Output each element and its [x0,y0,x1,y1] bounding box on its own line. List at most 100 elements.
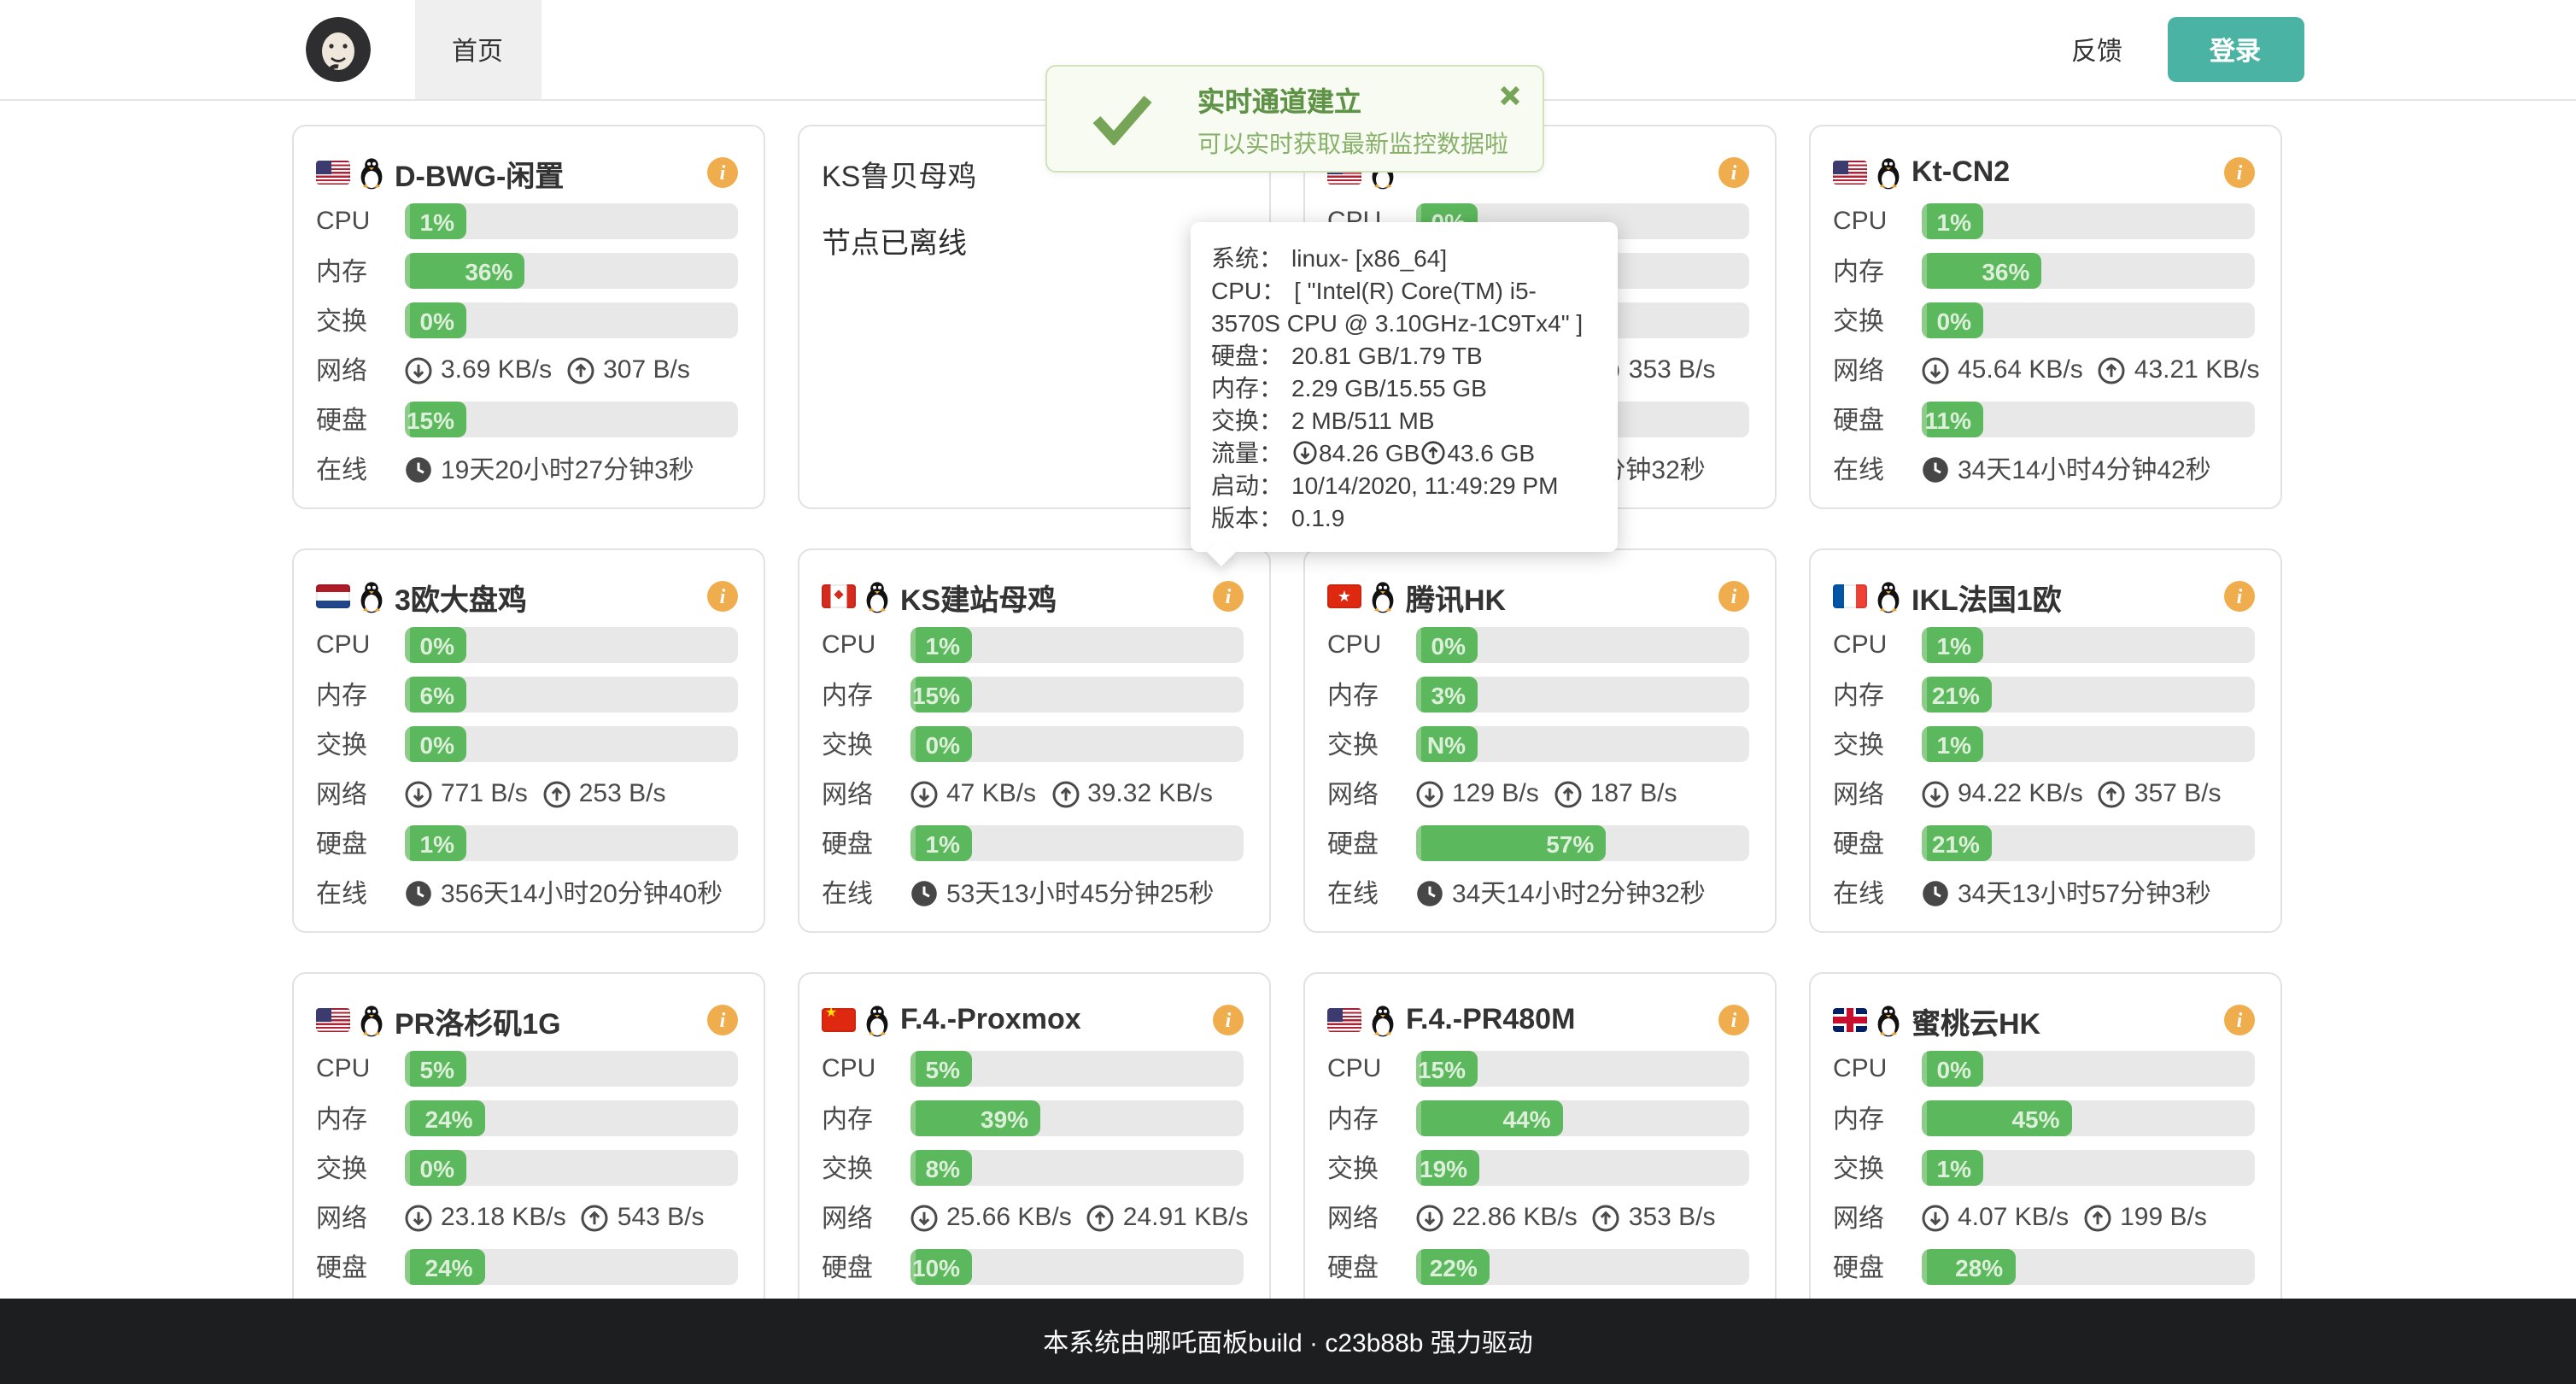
disk-usage-bar: 1% [910,825,1244,861]
memory-usage-bar: 45% [1922,1100,2255,1136]
disk-usage-value: 28% [1955,1253,2003,1281]
server-stats: CPU 0% 内存 3% 交换 N% [1327,627,1749,911]
server-stats: CPU 1% 内存 36% 交换 0% [316,203,738,487]
network-row: 网络 94.22 KB/s 357 B/s [1833,776,2255,812]
memory-label: 内存 [1833,253,1922,289]
arrow-up-circle-icon [582,1204,609,1231]
arrow-up-circle-icon [1087,1204,1115,1231]
info-icon[interactable]: i [707,1005,738,1035]
network-row: 网络 129 B/s 187 B/s [1327,776,1749,812]
disk-row: 硬盘 28% [1833,1249,2255,1285]
info-icon[interactable]: i [1718,581,1749,612]
uptime-row: 在线 356天14小时20分钟40秒 [316,875,738,911]
uptime-value: 356天14小时20分钟40秒 [441,875,723,911]
info-icon[interactable]: i [1213,581,1244,612]
swap-usage-bar: N% [1416,726,1749,762]
info-icon[interactable]: i [707,581,738,612]
uptime-value: 19天20小时27分钟3秒 [441,451,694,487]
linux-os-icon [864,1004,890,1036]
info-icon[interactable]: i [1718,157,1749,188]
server-name: F.4.-PR480M [1406,1003,1575,1037]
memory-usage-bar: 36% [405,253,738,289]
disk-row: 硬盘 1% [316,825,738,861]
arrow-up-circle-icon [2084,1204,2111,1231]
uptime-row: 在线 34天13小时57分钟3秒 [1833,875,2255,911]
net-down-value: 129 B/s [1452,779,1539,808]
linux-os-icon [1876,580,1901,613]
info-icon[interactable]: i [2224,581,2255,612]
swap-label: 交换 [316,302,405,338]
network-row: 网络 22.86 KB/s 353 B/s [1327,1199,1749,1235]
swap-usage-value: 0% [1937,307,1971,334]
linux-os-icon [1876,156,1901,189]
memory-usage-bar: 39% [910,1100,1244,1136]
tooltip-swap-line: 交换：2 MB/511 MB [1211,405,1599,437]
toast-subtitle: 可以实时获取最新监控数据啦 [1197,126,1508,160]
cpu-usage-value: 5% [420,1055,454,1082]
net-up-value: 353 B/s [1629,355,1716,384]
toast-close-icon[interactable] [1500,85,1520,106]
cpu-usage-bar: 1% [910,627,1244,663]
country-flag-icon [316,584,350,608]
server-name: D-BWG-闲置 [395,151,564,194]
footer-panel-link[interactable]: 哪吒面板 [1145,1323,1248,1359]
cpu-label: CPU [316,1054,405,1083]
uptime-label: 在线 [1833,875,1922,911]
disk-label: 硬盘 [1833,1249,1922,1285]
linux-os-icon [1370,1004,1396,1036]
login-button[interactable]: 登录 [2167,17,2304,82]
memory-usage-value: 36% [465,257,512,284]
country-flag-icon [822,1008,856,1032]
server-name: 3欧大盘鸡 [395,575,527,618]
linux-os-icon [359,580,384,613]
info-icon[interactable]: i [707,157,738,188]
swap-label: 交换 [1327,726,1416,762]
server-name: Kt-CN2 [1912,155,2010,190]
cpu-label: CPU [1833,630,1922,660]
net-down-value: 47 KB/s [946,779,1036,808]
success-check-icon [1092,93,1153,144]
clock-icon [405,455,432,483]
disk-usage-bar: 15% [405,402,738,437]
country-flag-icon [822,584,856,608]
arrow-down-circle-icon [910,780,938,807]
disk-row: 硬盘 21% [1833,825,2255,861]
disk-usage-value: 22% [1430,1253,1478,1281]
net-down-value: 3.69 KB/s [441,355,552,384]
uptime-label: 在线 [316,451,405,487]
net-up-value: 43.21 KB/s [2134,355,2260,384]
server-info-tooltip: 系统：linux- [x86_64] CPU：[ "Intel(R) Core(… [1191,222,1618,552]
nezha-dashboard: 首页 反馈 登录 D-BWG-闲置 i [0,0,2576,1384]
disk-label: 硬盘 [316,825,405,861]
info-icon[interactable]: i [1213,1005,1244,1035]
arrow-down-circle-icon [1922,780,1949,807]
memory-usage-bar: 3% [1416,677,1749,713]
tooltip-memory-line: 内存：2.29 GB/15.55 GB [1211,372,1599,405]
swap-usage-value: 0% [420,307,454,334]
server-card-header: F.4.-Proxmox i [822,1000,1244,1041]
uptime-value: 34天13小时57分钟3秒 [1958,875,2211,911]
footer-text-suffix: build · c23b88b 强力驱动 [1248,1323,1533,1359]
nav-tab-home[interactable]: 首页 [414,0,541,99]
server-stats: CPU 0% 内存 6% 交换 0% [316,627,738,911]
cpu-label: CPU [822,1054,910,1083]
memory-usage-value: 45% [2011,1105,2059,1132]
server-card-header: IKL法国1欧 i [1833,576,2255,617]
server-stats: CPU 15% 内存 44% 交换 19% [1327,1051,1749,1334]
info-icon[interactable]: i [2224,157,2255,188]
server-card-header: F.4.-PR480M i [1327,1000,1749,1041]
uptime-label: 在线 [316,875,405,911]
cpu-usage-bar: 1% [405,203,738,239]
nav-feedback-link[interactable]: 反馈 [2071,32,2122,67]
info-icon[interactable]: i [2224,1005,2255,1035]
net-up-value: 187 B/s [1590,779,1677,808]
info-icon[interactable]: i [1718,1005,1749,1035]
network-label: 网络 [1327,776,1416,812]
cpu-usage-bar: 5% [910,1051,1244,1087]
network-row: 网络 25.66 KB/s 24.91 KB/s [822,1199,1244,1235]
cpu-label: CPU [1327,630,1416,660]
site-logo-avatar[interactable] [305,17,370,82]
linux-os-icon [359,156,384,189]
cpu-usage-bar: 5% [405,1051,738,1087]
memory-label: 内存 [316,1100,405,1136]
